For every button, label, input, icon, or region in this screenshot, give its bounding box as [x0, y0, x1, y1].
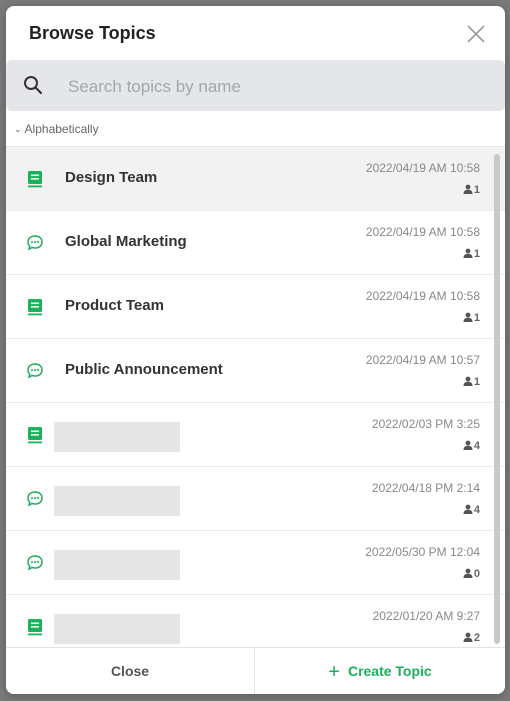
create-topic-button[interactable]: + Create Topic	[255, 648, 505, 694]
member-count: 1	[463, 376, 480, 388]
chat-bubble-icon	[25, 489, 45, 509]
member-count: 4	[463, 504, 480, 516]
topic-name: Design Team	[65, 169, 158, 186]
topic-timestamp: 2022/05/30 PM 12:04	[365, 545, 480, 559]
scrollbar[interactable]	[494, 154, 500, 644]
topic-name: Product Team	[65, 297, 164, 314]
member-count-value: 2	[473, 632, 480, 644]
topic-timestamp: 2022/04/18 PM 2:14	[371, 481, 480, 495]
member-count: 0	[463, 568, 480, 580]
chat-bubble-icon	[25, 233, 45, 253]
topic-row[interactable]: 2022/05/30 PM 12:04 0	[6, 531, 505, 595]
member-count: 1	[463, 184, 480, 196]
member-count-value: 1	[473, 376, 480, 388]
person-icon	[463, 184, 474, 196]
topic-row[interactable]: 2022/04/18 PM 2:14 4	[6, 467, 505, 531]
redacted-topic-name	[54, 550, 180, 580]
topic-row[interactable]: Global Marketing 2022/04/19 AM 10:58 1	[6, 211, 505, 275]
topic-timestamp: 2022/04/19 AM 10:57	[365, 353, 480, 367]
member-count: 2	[463, 632, 480, 644]
topic-timestamp: 2022/02/03 PM 3:25	[371, 417, 480, 431]
member-count-value: 1	[473, 312, 480, 324]
chat-bubble-icon	[25, 361, 45, 381]
person-icon	[463, 248, 474, 260]
member-count-value: 0	[473, 568, 480, 580]
topic-timestamp: 2022/01/20 AM 9:27	[372, 609, 480, 623]
close-button[interactable]: Close	[6, 648, 254, 694]
board-icon	[25, 425, 45, 445]
member-count-value: 1	[473, 248, 480, 260]
topic-list: Design Team 2022/04/19 AM 10:58 1 Global Ma…	[6, 147, 505, 647]
person-icon	[463, 312, 474, 324]
member-count-value: 1	[473, 184, 480, 196]
browse-topics-dialog: Browse Topics ⌄Alphabetically Design Tea…	[6, 6, 505, 694]
sort-dropdown[interactable]: ⌄ Alphabetically	[14, 122, 99, 136]
board-icon	[25, 169, 45, 189]
board-icon	[25, 617, 45, 637]
topic-name: Global Marketing	[65, 233, 187, 250]
close-icon[interactable]	[464, 22, 488, 46]
chevron-down-icon: ⌄	[14, 124, 22, 134]
topic-row[interactable]: Design Team 2022/04/19 AM 10:58 1	[6, 147, 505, 211]
topic-row[interactable]: 2022/02/03 PM 3:25 4	[6, 403, 505, 467]
chat-bubble-icon	[25, 553, 45, 573]
person-icon	[463, 376, 474, 388]
member-count-value: 4	[473, 504, 480, 516]
topic-timestamp: 2022/04/19 AM 10:58	[365, 225, 480, 239]
topic-name: Public Announcement	[65, 361, 223, 378]
topic-row[interactable]: 2022/01/20 AM 9:27 2	[6, 595, 505, 647]
redacted-topic-name	[54, 422, 180, 452]
member-count-value: 4	[473, 440, 480, 452]
person-icon	[463, 568, 474, 580]
search-input[interactable]	[66, 72, 490, 102]
sort-label: Alphabetically	[24, 122, 99, 136]
member-count: 1	[463, 248, 480, 260]
person-icon	[463, 632, 474, 644]
search-bar	[6, 60, 505, 111]
person-icon	[463, 504, 474, 516]
search-icon	[23, 75, 43, 95]
member-count: 4	[463, 440, 480, 452]
redacted-topic-name	[54, 486, 180, 516]
create-topic-label: Create Topic	[347, 663, 432, 679]
topic-row[interactable]: Product Team 2022/04/19 AM 10:58 1	[6, 275, 505, 339]
topic-timestamp: 2022/04/19 AM 10:58	[365, 289, 480, 303]
dialog-title: Browse Topics	[29, 23, 156, 43]
plus-icon: +	[328, 661, 340, 683]
topic-row[interactable]: Public Announcement 2022/04/19 AM 10:57 1	[6, 339, 505, 403]
dialog-footer: Close + Create Topic	[6, 647, 505, 694]
topic-timestamp: 2022/04/19 AM 10:58	[365, 161, 480, 175]
person-icon	[463, 440, 474, 452]
member-count: 1	[463, 312, 480, 324]
redacted-topic-name	[54, 614, 180, 644]
board-icon	[25, 297, 45, 317]
